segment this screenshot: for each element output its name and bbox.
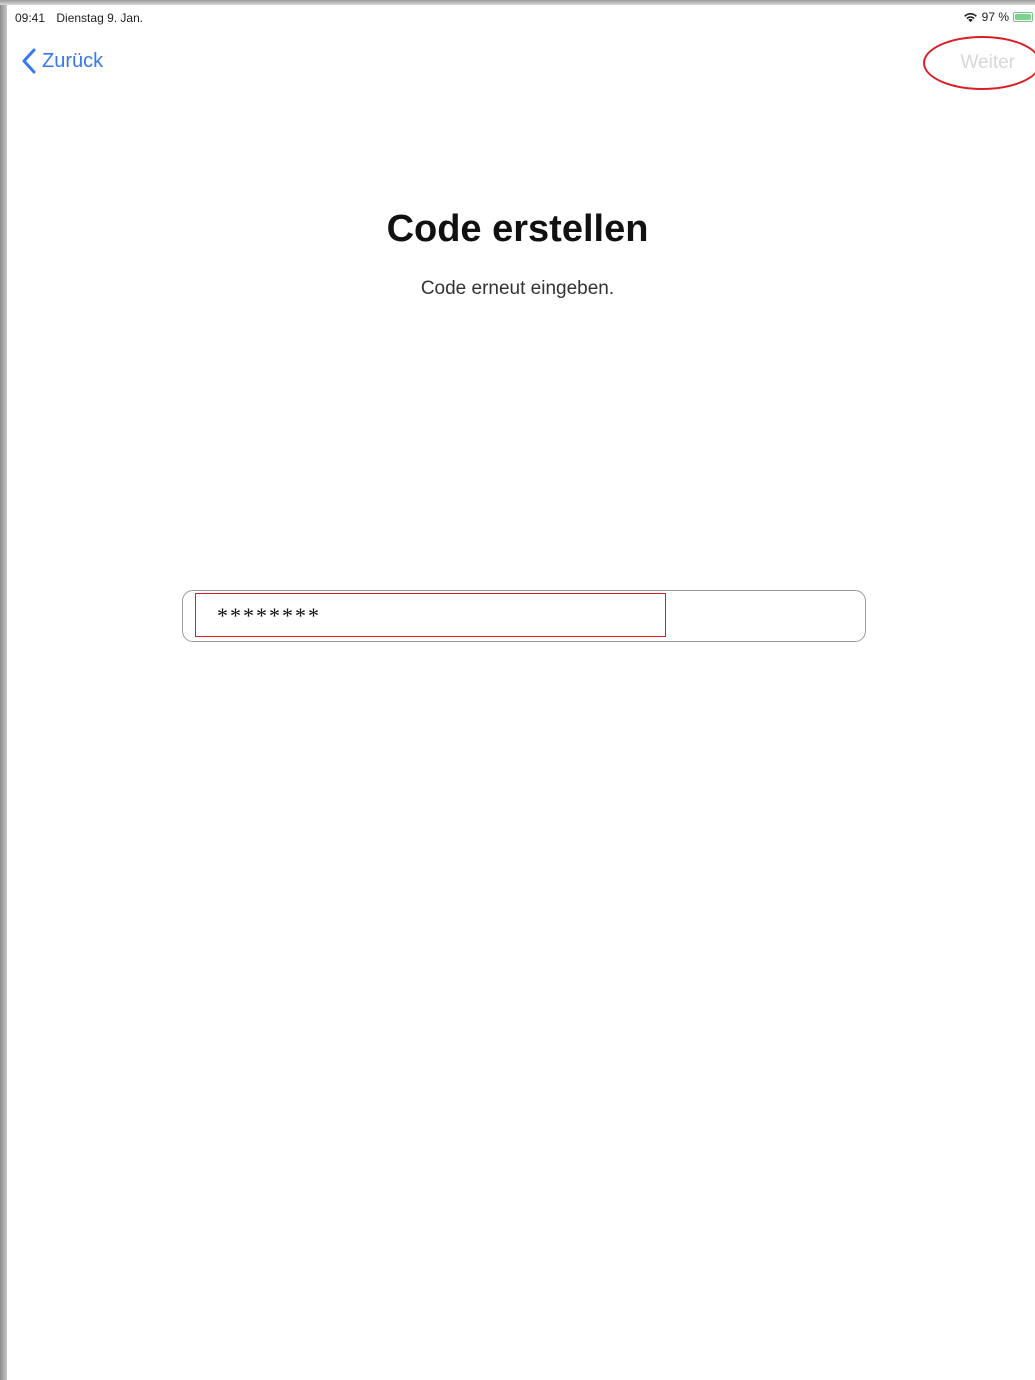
status-time: 09:41 — [15, 11, 46, 25]
code-input-value: ******** — [217, 603, 321, 628]
page-subtitle: Code erneut eingeben. — [420, 278, 615, 299]
next-button[interactable]: Weiter — [960, 52, 1015, 74]
status-date: Dienstag 9. Jan. — [56, 11, 144, 25]
status-right: 97 % — [963, 10, 1033, 24]
device-frame-top — [0, 0, 1035, 5]
device-frame-left — [0, 0, 7, 1380]
back-button[interactable]: Zurück — [22, 48, 103, 74]
battery-icon — [1013, 12, 1033, 22]
battery-fill — [1015, 14, 1031, 20]
chevron-left-icon — [22, 48, 36, 74]
status-left: 09:41 Dienstag 9. Jan. — [15, 11, 143, 25]
battery-percent: 97 % — [981, 10, 1009, 24]
next-button-label: Weiter — [960, 52, 1015, 73]
page-title: Code erstellen — [386, 208, 649, 250]
back-button-label: Zurück — [42, 49, 104, 72]
status-bar: 09:41 Dienstag 9. Jan. 97 % — [15, 9, 1035, 29]
setup-screen: 09:41 Dienstag 9. Jan. 97 % Zurück Weite… — [0, 0, 1035, 1380]
wifi-icon — [963, 13, 977, 23]
